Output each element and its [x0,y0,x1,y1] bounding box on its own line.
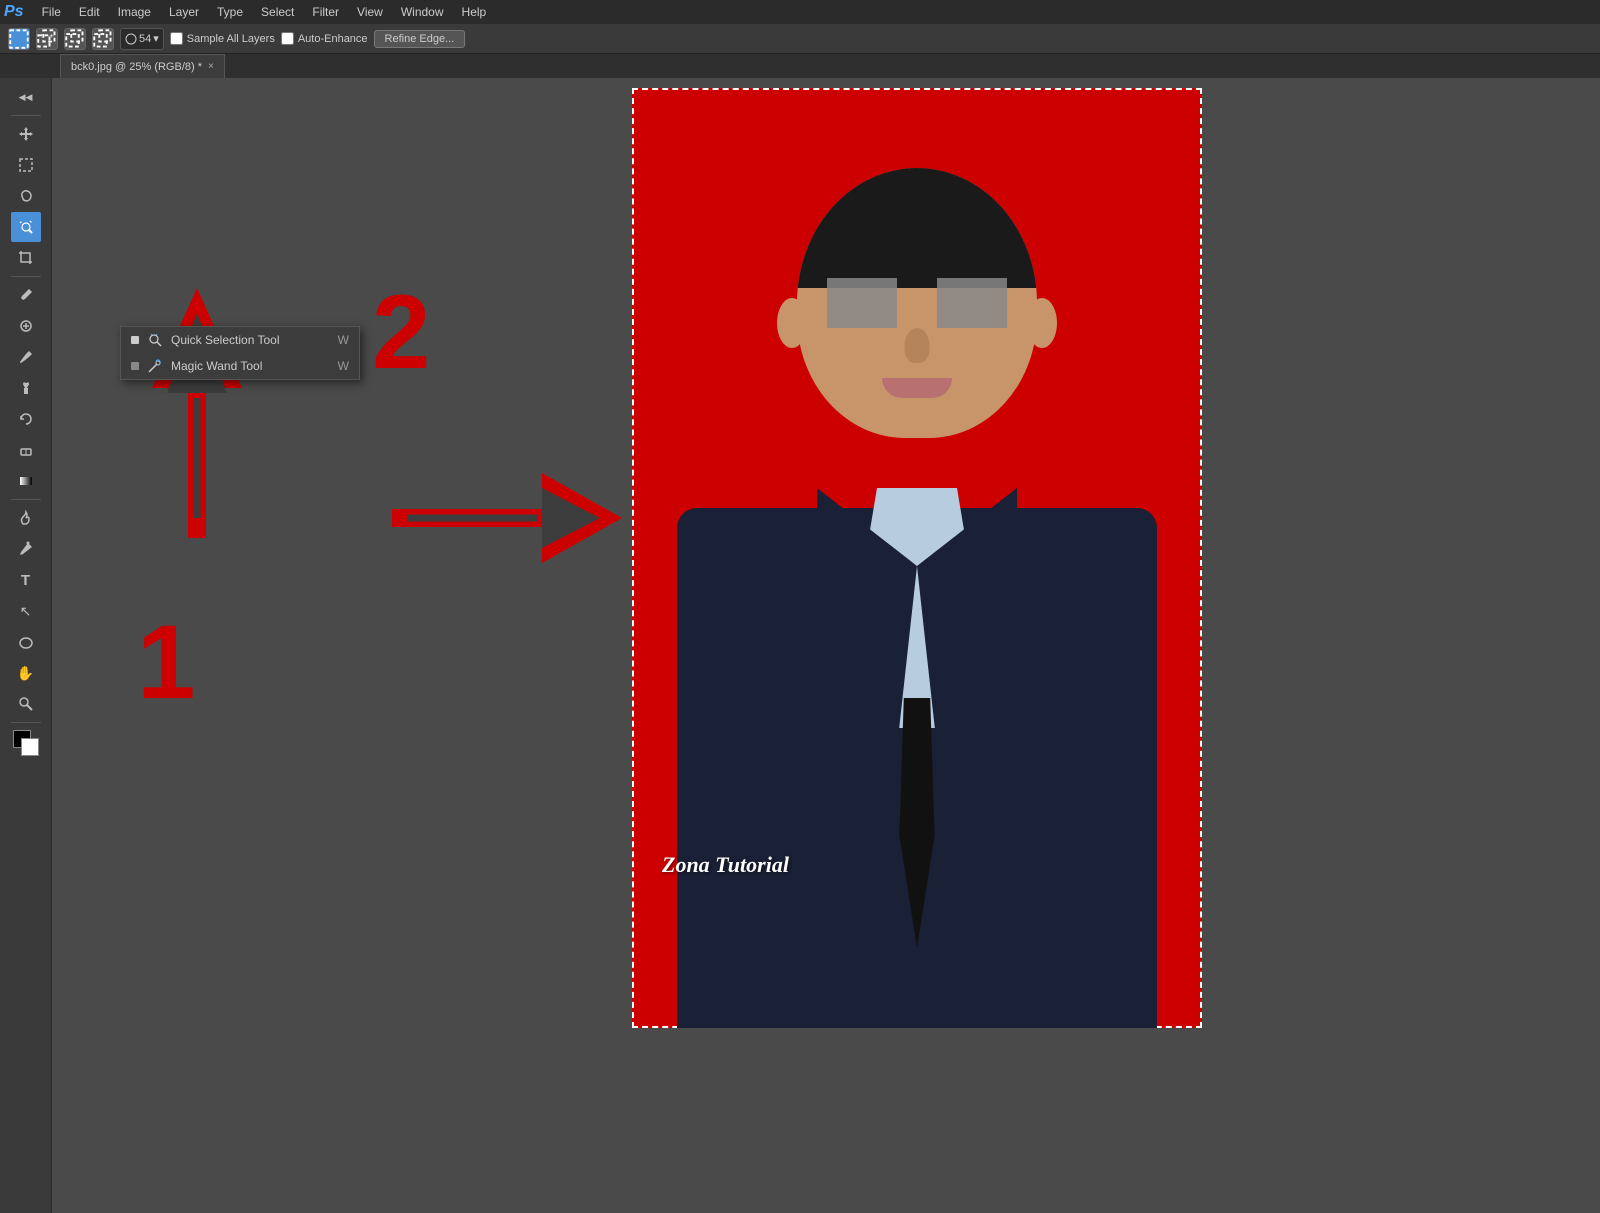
foreground-bg-colors[interactable] [13,730,39,756]
menu-help[interactable]: Help [454,3,495,21]
document-tab-label: bck0.jpg @ 25% (RGB/8) * [71,61,202,73]
tool-zoom[interactable] [11,689,41,719]
ctx-magic-wand[interactable]: Magic Wand Tool W [121,353,359,379]
auto-enhance-label[interactable]: Auto-Enhance [281,32,368,45]
toolbar-divider-4 [11,722,41,723]
menu-edit[interactable]: Edit [71,3,108,21]
tool-history-brush[interactable] [11,404,41,434]
toolbar-divider-1 [11,115,41,116]
right-ear [1027,298,1057,348]
subtract-selection-btn[interactable]: - [64,28,86,50]
tool-shape[interactable] [11,627,41,657]
main-area: ◀◀ [0,78,1600,1213]
menu-bar: Ps File Edit Image Layer Type Select Fil… [0,0,1600,24]
tool-lasso[interactable] [11,181,41,211]
auto-enhance-text: Auto-Enhance [298,33,368,45]
context-menu: Quick Selection Tool W Magic Wand Tool W [120,326,360,380]
photo-background: Zona Tutorial [632,88,1202,1028]
tool-hand[interactable]: ✋ [11,658,41,688]
hand-icon: ✋ [17,665,34,682]
ctx-magic-wand-label: Magic Wand Tool [171,359,262,373]
sample-all-layers-checkbox[interactable] [170,32,183,45]
menu-window[interactable]: Window [393,3,452,21]
tool-move[interactable] [11,119,41,149]
annotation-number-2: 2 [372,274,430,391]
toolbar-divider-3 [11,499,41,500]
type-icon: T [21,572,30,589]
tool-brush[interactable] [11,342,41,372]
ctx-quick-selection-shortcut: W [338,333,349,347]
ctx-dot-quick [131,336,139,344]
sample-all-layers-text: Sample All Layers [187,33,275,45]
add-selection-btn[interactable]: + [36,28,58,50]
tool-pen[interactable] [11,534,41,564]
close-tab-button[interactable]: × [208,61,214,72]
arrow-right-head [542,473,622,563]
tool-burn[interactable] [11,503,41,533]
brush-size-dropdown-icon[interactable]: ▾ [153,32,159,45]
annotation-number-1: 1 [137,604,195,721]
nose [905,328,930,363]
intersect-selection-btn[interactable] [92,28,114,50]
toolbar: ◀◀ [0,78,52,1213]
svg-text:+: + [50,30,55,39]
ctx-magic-wand-shortcut: W [338,359,349,373]
watermark: Zona Tutorial [662,852,789,878]
auto-enhance-checkbox[interactable] [281,32,294,45]
quick-selection-icon [147,332,163,348]
svg-text:-: - [78,30,81,39]
ctx-dot-wand [131,362,139,370]
mouth [882,378,952,398]
new-selection-btn[interactable] [8,28,30,50]
tool-eraser[interactable] [11,435,41,465]
sample-all-layers-label[interactable]: Sample All Layers [170,32,275,45]
ctx-quick-selection-label: Quick Selection Tool [171,333,280,347]
document-tab[interactable]: bck0.jpg @ 25% (RGB/8) * × [60,54,225,78]
tool-rect-marquee[interactable] [11,150,41,180]
toolbar-collapse-btn[interactable]: ◀◀ [11,82,41,112]
right-eye-pixelated [937,278,1007,328]
tool-type[interactable]: T [11,565,41,595]
tool-gradient[interactable] [11,466,41,496]
menu-image[interactable]: Image [110,3,159,21]
options-bar: + - 54 ▾ Sample All Layers Auto-Enhance … [0,24,1600,54]
ps-logo: Ps [4,3,24,21]
brush-size-box[interactable]: 54 ▾ [120,28,164,50]
menu-file[interactable]: File [34,3,69,21]
tool-quick-select[interactable] [11,212,41,242]
arrow-right-inner-head [542,488,600,548]
magic-wand-icon [147,358,163,374]
refine-edge-button[interactable]: Refine Edge... [374,30,466,48]
menu-view[interactable]: View [349,3,391,21]
canvas-area[interactable]: Quick Selection Tool W Magic Wand Tool W [52,78,1600,1213]
tool-heal[interactable] [11,311,41,341]
hair [797,168,1037,288]
tab-bar: bck0.jpg @ 25% (RGB/8) * × [0,54,1600,78]
menu-filter[interactable]: Filter [304,3,347,21]
menu-select[interactable]: Select [253,3,302,21]
menu-type[interactable]: Type [209,3,251,21]
path-select-icon: ↖ [20,603,32,620]
toolbar-divider-2 [11,276,41,277]
ctx-quick-selection[interactable]: Quick Selection Tool W [121,327,359,353]
left-ear [777,298,807,348]
tool-path-select[interactable]: ↖ [11,596,41,626]
tool-crop[interactable] [11,243,41,273]
brush-size-value: 54 [139,33,151,45]
tool-stamp[interactable] [11,373,41,403]
photo-container: Zona Tutorial [632,88,1202,1028]
menu-layer[interactable]: Layer [161,3,207,21]
head [797,168,1037,438]
left-eye-pixelated [827,278,897,328]
tool-eyedropper[interactable] [11,280,41,310]
